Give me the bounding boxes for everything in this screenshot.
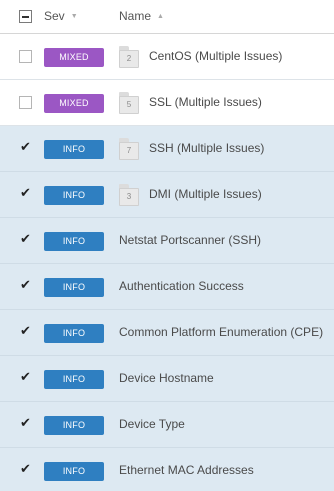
plugin-name[interactable]: Ethernet MAC Addresses (119, 463, 254, 477)
plugin-name[interactable]: Device Hostname (119, 371, 214, 385)
table-row[interactable]: ✔ INFO 7 SSH (Multiple Issues) (0, 126, 334, 172)
select-all-checkbox[interactable] (19, 10, 32, 23)
table-row[interactable]: ✔ INFO Common Platform Enumeration (CPE) (0, 310, 334, 356)
plugin-name[interactable]: DMI (Multiple Issues) (149, 187, 262, 201)
folder-icon: 5 (119, 92, 139, 114)
checkmark-icon: ✔ (20, 462, 31, 477)
table-row[interactable]: MIXED 2 CentOS (Multiple Issues) (0, 34, 334, 80)
severity-badge: INFO (44, 324, 104, 343)
sort-descending-icon: ▼ (70, 13, 78, 21)
name-header-label: Name (119, 9, 152, 23)
table-row[interactable]: ✔ INFO Ethernet MAC Addresses (0, 448, 334, 491)
group-count: 5 (126, 100, 132, 109)
row-checkbox[interactable]: ✔ (19, 370, 32, 385)
row-checkbox[interactable] (19, 96, 32, 109)
table-row[interactable]: MIXED 5 SSL (Multiple Issues) (0, 80, 334, 126)
row-checkbox[interactable]: ✔ (19, 186, 32, 201)
group-count: 7 (126, 146, 132, 155)
severity-badge: INFO (44, 370, 104, 389)
table-header: Sev ▼ Name ▲ (0, 0, 334, 34)
group-count: 2 (126, 54, 132, 63)
checkmark-icon: ✔ (20, 278, 31, 293)
checkmark-icon: ✔ (20, 186, 31, 201)
table-row[interactable]: ✔ INFO Device Hostname (0, 356, 334, 402)
folder-icon: 3 (119, 184, 139, 206)
checkmark-icon: ✔ (20, 232, 31, 247)
plugin-name[interactable]: SSL (Multiple Issues) (149, 95, 262, 109)
checkmark-icon: ✔ (20, 370, 31, 385)
severity-badge: MIXED (44, 94, 104, 113)
severity-badge: MIXED (44, 48, 104, 67)
plugin-name[interactable]: Netstat Portscanner (SSH) (119, 233, 261, 247)
table-body: MIXED 2 CentOS (Multiple Issues) MIXED 5 SSL … (0, 34, 334, 491)
row-checkbox[interactable]: ✔ (19, 140, 32, 155)
plugin-name[interactable]: Common Platform Enumeration (CPE) (119, 325, 323, 339)
severity-badge: INFO (44, 462, 104, 481)
table-row[interactable]: ✔ INFO Device Type (0, 402, 334, 448)
vulnerabilities-table: Sev ▼ Name ▲ MIXED 2 CentOS (Multiple Issues… (0, 0, 334, 491)
row-checkbox[interactable]: ✔ (19, 324, 32, 339)
table-row[interactable]: ✔ INFO Netstat Portscanner (SSH) (0, 218, 334, 264)
column-header-name[interactable]: Name ▲ (119, 9, 164, 23)
severity-badge: INFO (44, 140, 104, 159)
plugin-name[interactable]: Device Type (119, 417, 185, 431)
row-checkbox[interactable] (19, 50, 32, 63)
plugin-name[interactable]: CentOS (Multiple Issues) (149, 49, 282, 63)
row-checkbox[interactable]: ✔ (19, 462, 32, 477)
folder-icon: 2 (119, 46, 139, 68)
table-row[interactable]: ✔ INFO Authentication Success (0, 264, 334, 310)
sort-ascending-icon: ▲ (157, 13, 164, 21)
plugin-name[interactable]: Authentication Success (119, 279, 244, 293)
severity-badge: INFO (44, 278, 104, 297)
plugin-name[interactable]: SSH (Multiple Issues) (149, 141, 264, 155)
row-checkbox[interactable]: ✔ (19, 278, 32, 293)
severity-badge: INFO (44, 232, 104, 251)
row-checkbox[interactable]: ✔ (19, 416, 32, 431)
severity-header-label: Sev (44, 9, 65, 23)
row-checkbox[interactable]: ✔ (19, 232, 32, 247)
checkmark-icon: ✔ (20, 324, 31, 339)
checkmark-icon: ✔ (20, 416, 31, 431)
severity-badge: INFO (44, 416, 104, 435)
folder-icon: 7 (119, 138, 139, 160)
column-header-severity[interactable]: Sev ▼ (44, 9, 78, 23)
severity-badge: INFO (44, 186, 104, 205)
checkmark-icon: ✔ (20, 140, 31, 155)
partial-checkbox-icon (22, 16, 29, 18)
group-count: 3 (126, 192, 132, 201)
table-row[interactable]: ✔ INFO 3 DMI (Multiple Issues) (0, 172, 334, 218)
